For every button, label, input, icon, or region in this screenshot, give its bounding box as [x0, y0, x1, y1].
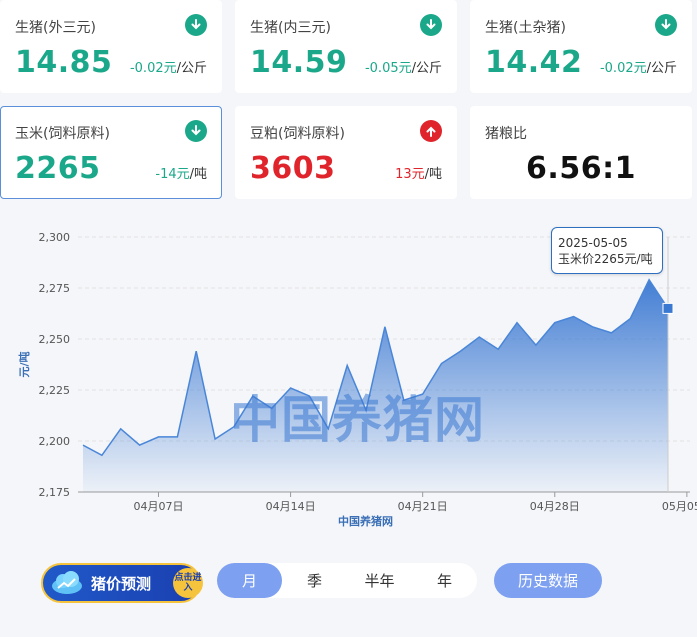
- x-tick-label: 04月28日: [530, 500, 580, 513]
- up-arrow-icon: [420, 120, 442, 142]
- down-arrow-icon: [420, 14, 442, 36]
- card-title: 猪粮比: [485, 126, 527, 142]
- card-title: 豆粕(饲料原料): [250, 126, 345, 142]
- period-selector: 月 季 半年 年: [217, 563, 477, 598]
- forecast-label: 猪价预测: [91, 574, 152, 593]
- history-data-button[interactable]: 历史数据: [494, 563, 602, 598]
- x-tick-label: 04月07日: [133, 500, 183, 513]
- y-tick-label: 2,300: [39, 231, 71, 244]
- card-price: 14.85: [15, 45, 113, 80]
- price-forecast-button[interactable]: 猪价预测 点击进入: [41, 563, 203, 603]
- card-price: 14.42: [485, 45, 583, 80]
- period-quarter[interactable]: 季: [282, 563, 347, 598]
- card-title: 生猪(内三元): [250, 20, 331, 36]
- card-price: 3603: [250, 151, 336, 186]
- x-tick-label: 04月21日: [398, 500, 448, 513]
- down-arrow-icon: [185, 14, 207, 36]
- price-card-pig-grain-ratio[interactable]: 猪粮比 6.56:1: [470, 106, 692, 199]
- latest-point-marker: [662, 302, 674, 314]
- price-card-pig-outer[interactable]: 生猪(外三元) 14.85 -0.02元/公斤: [0, 0, 222, 93]
- price-card-pig-inner[interactable]: 生猪(内三元) 14.59 -0.05元/公斤: [235, 0, 457, 93]
- card-change: -14元/吨: [155, 167, 207, 182]
- card-change: -0.02元/公斤: [599, 61, 677, 76]
- card-title: 生猪(土杂猪): [485, 20, 566, 36]
- y-tick-label: 2,275: [39, 282, 71, 295]
- y-axis-ticks: 2,175 2,200 2,225 2,250 2,275 2,300: [39, 231, 71, 499]
- price-card-pig-local[interactable]: 生猪(土杂猪) 14.42 -0.02元/公斤: [470, 0, 692, 93]
- y-tick-label: 2,250: [39, 333, 71, 346]
- y-axis-label: 元/吨: [17, 351, 31, 377]
- card-title: 生猪(外三元): [15, 20, 96, 36]
- tooltip-date: 2025-05-05: [558, 236, 628, 250]
- period-half-year[interactable]: 半年: [347, 563, 412, 598]
- watermark: 中国养猪网: [230, 391, 485, 449]
- period-month[interactable]: 月: [217, 563, 282, 598]
- y-tick-label: 2,225: [39, 384, 71, 397]
- x-tick-label: 04月14日: [266, 500, 316, 513]
- y-tick-label: 2,175: [39, 486, 71, 499]
- click-enter-seal: 点击进入: [173, 568, 203, 598]
- down-arrow-icon: [185, 120, 207, 142]
- y-tick-label: 2,200: [39, 435, 71, 448]
- x-axis-label: 中国养猪网: [338, 514, 393, 528]
- x-tick-label: 05月05日: [662, 500, 697, 513]
- card-change: -0.02元/公斤: [129, 61, 207, 76]
- card-change: -0.05元/公斤: [364, 61, 442, 76]
- price-card-soymeal[interactable]: 豆粕(饲料原料) 3603 13元/吨: [235, 106, 457, 199]
- card-price: 2265: [15, 151, 101, 186]
- card-title: 玉米(饲料原料): [15, 126, 110, 142]
- x-axis-ticks: 04月07日 04月14日 04月21日 04月28日 05月05日: [133, 492, 697, 513]
- card-price: 6.56:1: [526, 151, 636, 186]
- tooltip-value: 玉米价2265元/吨: [558, 252, 653, 266]
- period-year[interactable]: 年: [412, 563, 477, 598]
- card-price: 14.59: [250, 45, 348, 80]
- price-card-corn[interactable]: 玉米(饲料原料) 2265 -14元/吨: [0, 106, 222, 199]
- chart-tooltip: 2025-05-05 玉米价2265元/吨: [551, 227, 663, 274]
- card-change: 13元/吨: [395, 167, 442, 182]
- cloud-icon: [49, 569, 85, 597]
- down-arrow-icon: [655, 14, 677, 36]
